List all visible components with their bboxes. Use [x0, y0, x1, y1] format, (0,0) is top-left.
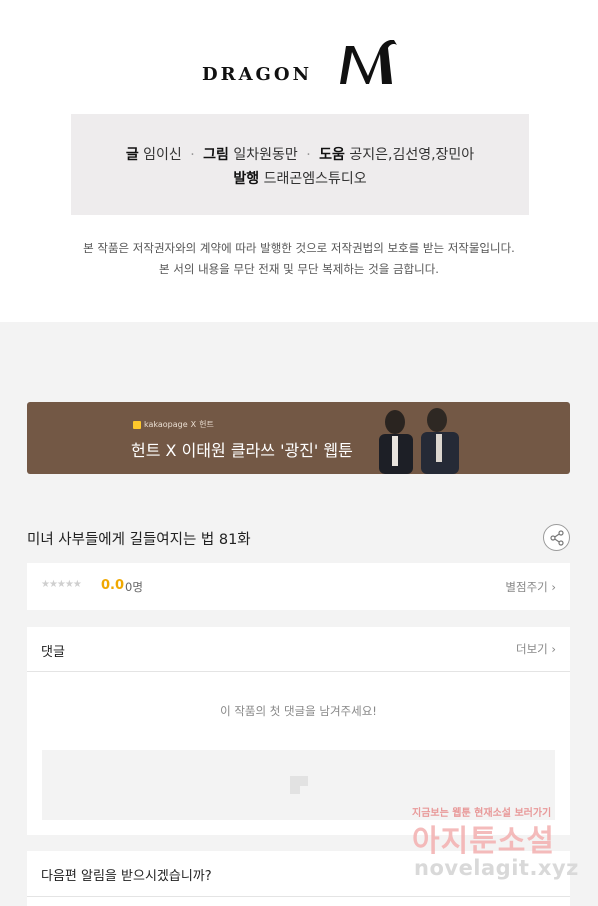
- publisher-label: 발행: [233, 171, 260, 187]
- assist-names: 공지은,김선영,장민아: [349, 147, 475, 163]
- banner-characters-illustration: [379, 408, 459, 474]
- assist-label: 도움: [319, 147, 345, 163]
- comments-title: 댓글: [41, 645, 65, 660]
- brand-name: kakaopage: [144, 420, 188, 429]
- writer-name: 임이신: [143, 147, 182, 163]
- rating-card: ★★★★★ 0.0 0명 별점주기 ›: [27, 563, 570, 610]
- art-label: 그림: [203, 147, 229, 163]
- more-label: 더보기: [515, 642, 548, 656]
- banner-brand: kakaopage X 헌트: [133, 419, 214, 430]
- rating-count: 0명: [125, 580, 143, 594]
- chevron-right-icon: ›: [551, 580, 556, 594]
- dragon-m-logo: DRAGON: [200, 40, 400, 90]
- banner-title: 헌트 X 이태원 클라쓰 '광진' 웹툰: [131, 441, 353, 460]
- credits-box: 글 임이신 · 그림 일차원동만 · 도움 공지은,김선영,장민아 발행 드래곤…: [71, 114, 529, 215]
- site-watermark: 지금보는 웹툰 현재소설 보러가기 아지툰소설 novelagit.xyz: [408, 802, 588, 892]
- rate-button[interactable]: 별점주기 ›: [505, 579, 556, 595]
- separator: ·: [190, 147, 195, 163]
- episode-title: 미녀 사부들에게 길들여지는 법 81화: [27, 532, 251, 548]
- watermark-url: novelagit.xyz: [414, 856, 579, 880]
- share-button[interactable]: [543, 524, 570, 551]
- credits-line-publisher: 발행 드래곤엠스튜디오: [71, 168, 529, 188]
- separator: ·: [306, 147, 311, 163]
- rating-score: 0.0: [101, 578, 125, 593]
- notify-question: 다음편 알림을 받으시겠습니까?: [41, 869, 212, 884]
- comments-empty-message: 이 작품의 첫 댓글을 남겨주세요!: [220, 704, 377, 718]
- rate-label: 별점주기: [505, 580, 548, 594]
- notice-line-2: 본 서의 내용을 무단 전재 및 무단 복제하는 것을 금합니다.: [159, 262, 439, 276]
- watermark-name: 아지툰소설: [412, 824, 555, 859]
- promo-banner[interactable]: kakaopage X 헌트 헌트 X 이태원 클라쓰 '광진' 웹툰: [27, 402, 570, 474]
- share-icon: [550, 530, 564, 546]
- kakaopage-logo-icon: [133, 420, 141, 429]
- art-name: 일차원동만: [233, 147, 298, 163]
- publisher-name: 드래곤엠스튜디오: [263, 171, 367, 187]
- notice-line-1: 본 작품은 저작권자와의 계약에 따라 발행한 것으로 저작권법의 보호를 받는…: [83, 241, 515, 255]
- copyright-notice: 본 작품은 저작권자와의 계약에 따라 발행한 것으로 저작권법의 보호를 받는…: [0, 238, 598, 280]
- logo-m-mark-icon: [340, 40, 397, 84]
- divider: [27, 896, 570, 897]
- header-section: DRAGON 글 임이신 · 그림 일차원동만 · 도움 공지은,김선영,장민아…: [0, 0, 598, 322]
- brand-x: X: [190, 420, 197, 429]
- image-placeholder-icon: [290, 776, 308, 794]
- comments-header: 댓글 더보기 ›: [27, 627, 570, 672]
- comments-more-button[interactable]: 더보기 ›: [516, 641, 556, 657]
- brand-partner: 헌트: [199, 420, 214, 429]
- star-rating[interactable]: ★★★★★: [41, 579, 82, 590]
- chevron-right-icon: ›: [551, 642, 556, 656]
- logo-wordmark: DRAGON: [202, 64, 313, 85]
- writer-label: 글: [125, 147, 139, 163]
- credits-line-creators: 글 임이신 · 그림 일차원동만 · 도움 공지은,김선영,장민아: [71, 144, 529, 164]
